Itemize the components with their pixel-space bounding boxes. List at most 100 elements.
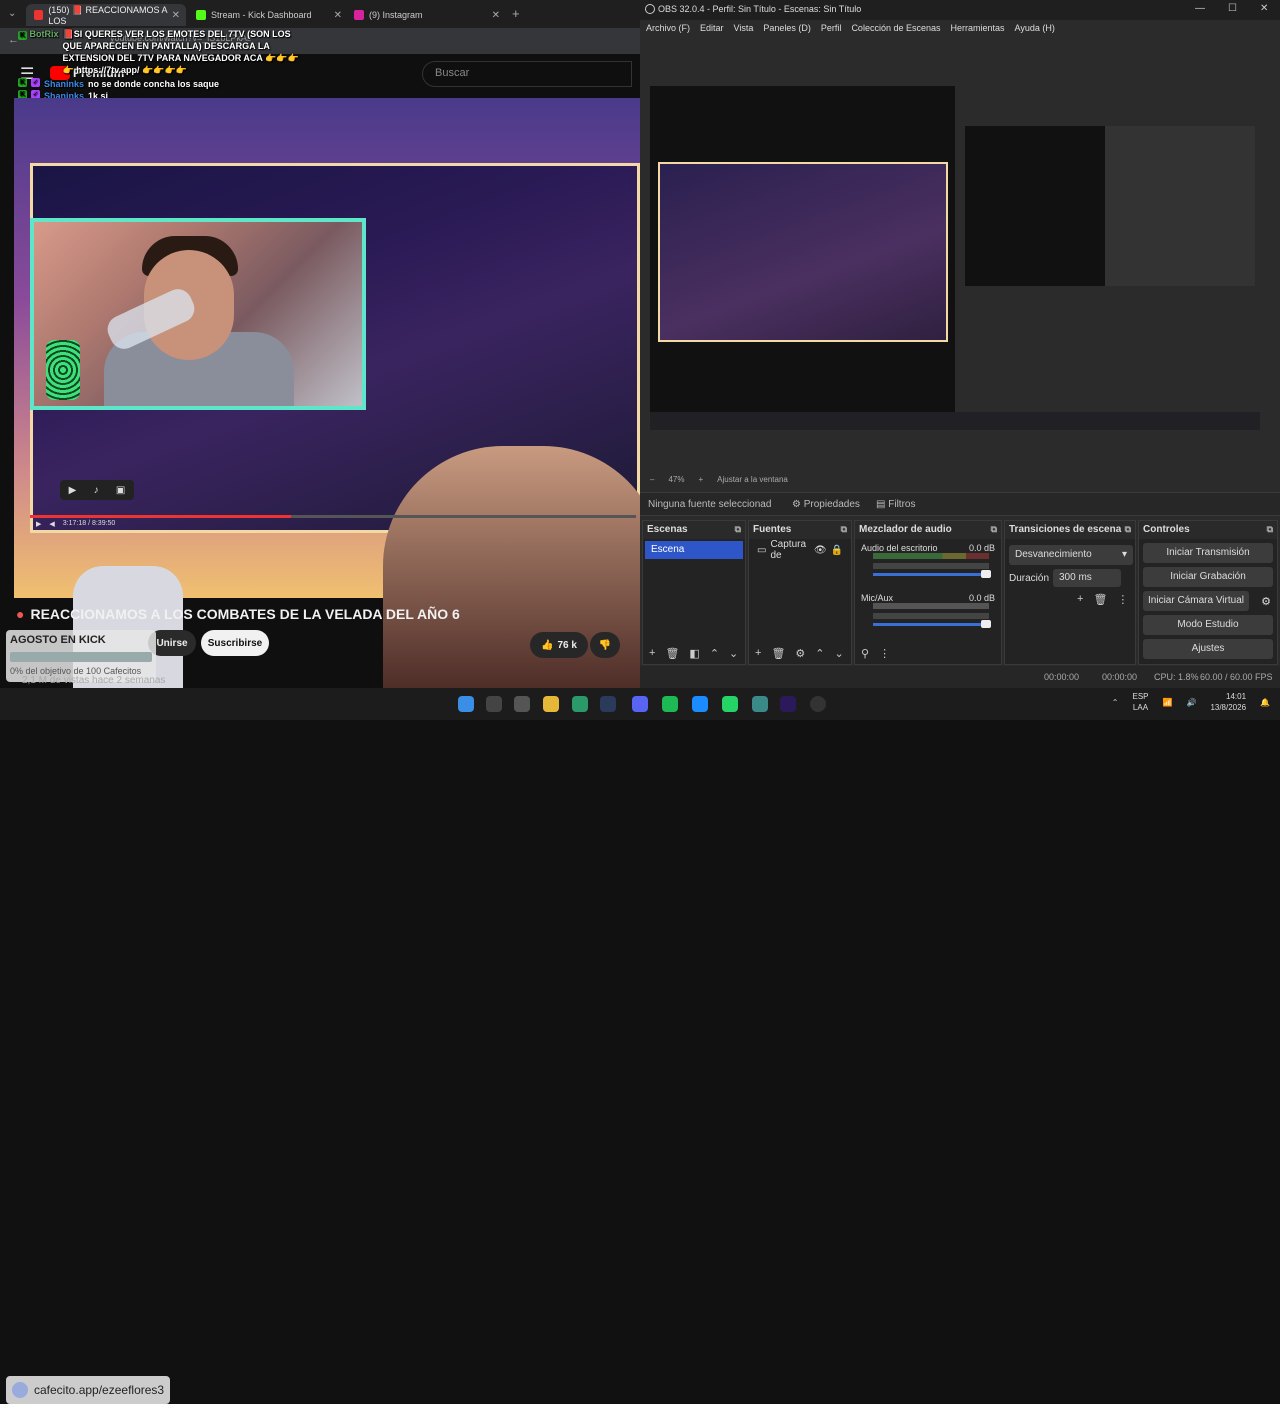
lock-icon[interactable]: 🔒 bbox=[831, 545, 843, 556]
tab-list-chevron-icon[interactable]: ⌄ bbox=[8, 8, 16, 19]
zoom-minus-icon[interactable]: – bbox=[650, 475, 654, 484]
add-icon[interactable]: + bbox=[1077, 593, 1083, 606]
search-input[interactable]: Buscar bbox=[422, 61, 632, 87]
dock-menu-icon[interactable]: ⧉ bbox=[991, 524, 997, 535]
menu-editar[interactable]: Editar bbox=[700, 23, 724, 40]
scenes-dock: Escenas ⧉ Escena + 🗑 ◧ ⌃ ⌄ bbox=[642, 520, 746, 665]
trash-icon[interactable]: 🗑 bbox=[1093, 593, 1107, 606]
start-streaming-button[interactable]: Iniciar Transmisión bbox=[1143, 543, 1273, 563]
add-icon[interactable]: + bbox=[755, 647, 761, 659]
trash-icon[interactable]: 🗑 bbox=[665, 647, 679, 660]
obs-taskbar-icon[interactable] bbox=[810, 696, 826, 712]
search-icon[interactable] bbox=[486, 696, 502, 712]
close-tab-icon[interactable]: ✕ bbox=[172, 10, 180, 21]
down-icon[interactable]: ⌄ bbox=[729, 647, 738, 660]
volume-slider[interactable] bbox=[873, 570, 991, 578]
edge-icon[interactable] bbox=[572, 696, 588, 712]
chat-username: BotRix bbox=[29, 29, 59, 39]
close-tab-icon[interactable]: ✕ bbox=[334, 10, 342, 21]
preview-video bbox=[658, 162, 948, 342]
eye-icon[interactable]: 👁 bbox=[814, 545, 827, 556]
discord-icon[interactable] bbox=[632, 696, 648, 712]
gear-icon[interactable]: ⚙ bbox=[795, 647, 805, 660]
no-source-label: Ninguna fuente seleccionad bbox=[648, 499, 772, 510]
task-view-icon[interactable] bbox=[514, 696, 530, 712]
speaker-icon[interactable]: 🔊 bbox=[1186, 697, 1196, 708]
premiere-icon[interactable] bbox=[780, 696, 796, 712]
spotify-icon[interactable] bbox=[662, 696, 678, 712]
start-recording-button[interactable]: Iniciar Grabación bbox=[1143, 567, 1273, 587]
source-toolbar: Ninguna fuente seleccionad ⚙ Propiedades… bbox=[640, 492, 1280, 516]
dock-menu-icon[interactable]: ⧉ bbox=[1267, 524, 1273, 535]
close-window-icon[interactable]: ✕ bbox=[1260, 3, 1268, 14]
trash-icon[interactable]: 🗑 bbox=[771, 647, 785, 660]
clock-time[interactable]: 14:01 bbox=[1226, 692, 1246, 701]
up-icon[interactable]: ⌃ bbox=[815, 647, 824, 660]
sources-dock: Fuentes ⧉ ▭ Captura de 👁 🔒 + 🗑 ⚙ ⌃ ⌄ bbox=[748, 520, 852, 665]
preview-browser bbox=[650, 86, 955, 430]
webcam-overlay bbox=[30, 218, 366, 410]
dislike-button[interactable]: 👎 bbox=[590, 632, 620, 658]
steam-icon[interactable] bbox=[600, 696, 616, 712]
dock-menu-icon[interactable]: ⧉ bbox=[735, 524, 741, 535]
settings-button[interactable]: Ajustes bbox=[1143, 639, 1273, 659]
play-icon[interactable]: ▶ bbox=[36, 520, 41, 528]
keyboard-layout[interactable]: LAA bbox=[1133, 703, 1148, 712]
video-progress-bar[interactable] bbox=[30, 515, 636, 518]
menu-perfil[interactable]: Perfil bbox=[821, 23, 842, 40]
minimize-icon[interactable]: — bbox=[1195, 3, 1205, 14]
fit-to-window[interactable]: Ajustar a la ventana bbox=[717, 475, 788, 484]
youtube-icon bbox=[34, 10, 44, 20]
tab-instagram[interactable]: (9) Instagram ✕ bbox=[346, 4, 506, 26]
file-explorer-icon[interactable] bbox=[543, 696, 559, 712]
menu-herramientas[interactable]: Herramientas bbox=[951, 23, 1005, 40]
filters-button[interactable]: ▤ Filtros bbox=[876, 499, 915, 510]
like-button[interactable]: 👍 76 k bbox=[530, 632, 588, 658]
studio-mode-button[interactable]: Modo Estudio bbox=[1143, 615, 1273, 635]
slider-knob[interactable] bbox=[981, 620, 991, 628]
start-virtual-camera-button[interactable]: Iniciar Cámara Virtual bbox=[1143, 591, 1249, 611]
menu-archivo[interactable]: Archivo (F) bbox=[646, 23, 690, 40]
advanced-audio-icon[interactable]: ⚲ bbox=[861, 647, 869, 660]
maximize-icon[interactable]: ☐ bbox=[1228, 3, 1237, 14]
obs-preview[interactable] bbox=[650, 86, 1260, 430]
skype-icon[interactable] bbox=[692, 696, 708, 712]
duration-input[interactable]: 300 ms bbox=[1053, 569, 1121, 587]
up-icon[interactable]: ⌃ bbox=[710, 647, 719, 660]
dock-menu-icon[interactable]: ⧉ bbox=[841, 524, 847, 535]
language-code[interactable]: ESP bbox=[1132, 692, 1148, 701]
clock-date[interactable]: 13/8/2026 bbox=[1210, 703, 1246, 712]
system-tray[interactable]: ⌃ ESP LAA 📶 🔊 14:01 13/8/2026 🔔 bbox=[1112, 691, 1270, 713]
notification-icon[interactable]: 🔔 bbox=[1260, 697, 1270, 708]
menu-paneles[interactable]: Paneles (D) bbox=[763, 23, 811, 40]
transition-select[interactable]: Desvanecimiento ▾ bbox=[1009, 545, 1133, 565]
add-icon[interactable]: + bbox=[649, 647, 655, 659]
whatsapp-icon[interactable] bbox=[722, 696, 738, 712]
volume-icon[interactable]: ◀ bbox=[49, 520, 54, 528]
browser-icon[interactable] bbox=[752, 696, 768, 712]
volume-slider[interactable] bbox=[873, 620, 991, 628]
mixer-header: Mezclador de audio ⧉ bbox=[855, 521, 1001, 539]
down-icon[interactable]: ⌄ bbox=[835, 647, 844, 660]
menu-vista[interactable]: Vista bbox=[734, 23, 754, 40]
close-tab-icon[interactable]: ✕ bbox=[492, 10, 500, 21]
properties-button[interactable]: ⚙ Propiedades bbox=[792, 499, 860, 510]
tab-kick[interactable]: Stream - Kick Dashboard ✕ bbox=[188, 4, 348, 26]
show-hidden-icon[interactable]: ⌃ bbox=[1112, 697, 1119, 708]
new-tab-icon[interactable]: + bbox=[512, 6, 520, 21]
network-icon[interactable]: 📶 bbox=[1163, 697, 1173, 708]
more-icon[interactable]: ⋮ bbox=[1117, 593, 1128, 606]
filter-icon[interactable]: ◧ bbox=[689, 647, 699, 660]
tab-youtube[interactable]: (150) 📕 REACCIONAMOS A LOS ✕ bbox=[26, 4, 186, 26]
zoom-plus-icon[interactable]: + bbox=[698, 475, 703, 484]
slider-knob[interactable] bbox=[981, 570, 991, 578]
dock-menu-icon[interactable]: ⧉ bbox=[1125, 524, 1131, 535]
start-icon[interactable] bbox=[458, 696, 474, 712]
menu-coleccion[interactable]: Colección de Escenas bbox=[851, 23, 940, 40]
virtual-camera-gear-icon[interactable]: ⚙ bbox=[1261, 595, 1271, 608]
more-icon[interactable]: ⋮ bbox=[879, 647, 890, 660]
menu-ayuda[interactable]: Ayuda (H) bbox=[1015, 23, 1055, 40]
source-item[interactable]: ▭ Captura de 👁 🔒 bbox=[751, 539, 849, 561]
subscribe-button[interactable]: Suscribirse bbox=[201, 630, 269, 656]
scene-item[interactable]: Escena bbox=[645, 541, 743, 559]
